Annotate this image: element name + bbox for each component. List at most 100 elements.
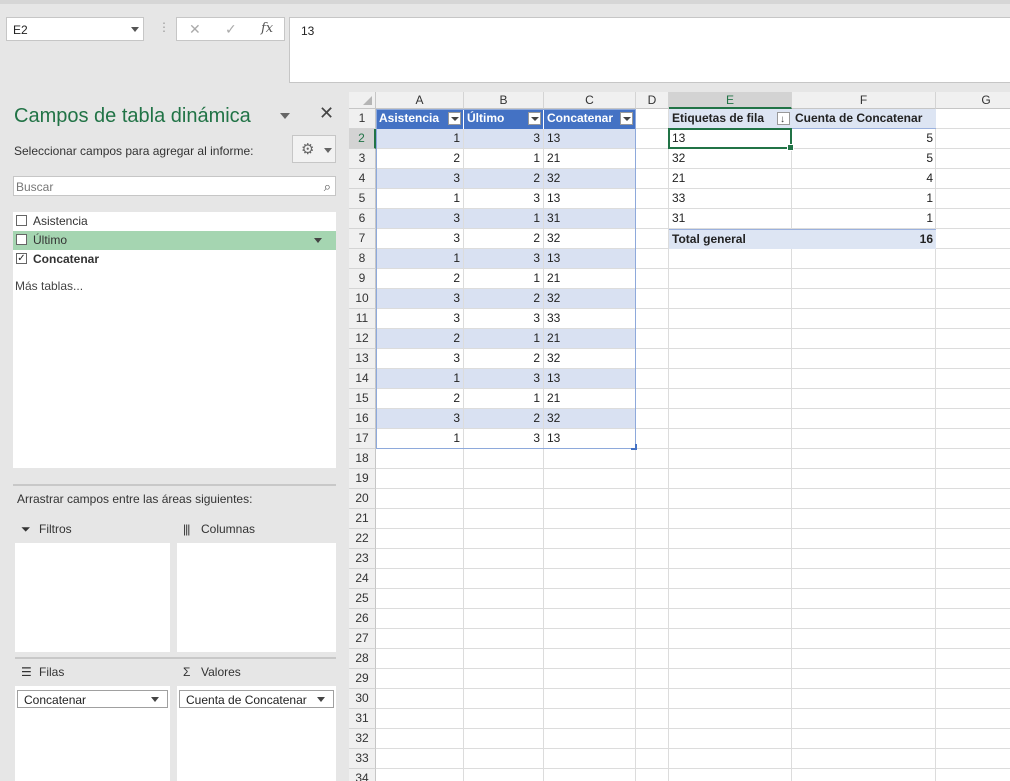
row-header-5[interactable]: 5 — [349, 189, 376, 209]
table-cell[interactable]: 32 — [544, 169, 635, 188]
row-header-34[interactable]: 34 — [349, 769, 376, 781]
table-cell[interactable]: 1 — [376, 369, 463, 388]
row-header-25[interactable]: 25 — [349, 589, 376, 609]
table-cell[interactable]: 3 — [464, 129, 543, 148]
name-box[interactable]: E2 — [6, 17, 144, 41]
table-cell[interactable]: 13 — [544, 249, 635, 268]
row-header-30[interactable]: 30 — [349, 689, 376, 709]
column-header-c[interactable]: C — [544, 92, 636, 109]
checkbox[interactable] — [16, 234, 27, 245]
chevron-down-icon[interactable] — [317, 697, 325, 702]
table-cell[interactable]: 2 — [464, 289, 543, 308]
column-header-a[interactable]: A — [376, 92, 464, 109]
row-header-6[interactable]: 6 — [349, 209, 376, 229]
pivot-row-label[interactable]: 32 — [669, 149, 792, 169]
rows-field-chip[interactable]: Concatenar — [17, 690, 168, 708]
pivot-header-row-labels[interactable]: Etiquetas de fila — [669, 109, 792, 129]
table-cell[interactable]: 3 — [376, 309, 463, 328]
table-cell[interactable]: 3 — [376, 289, 463, 308]
table-cell[interactable]: 3 — [376, 349, 463, 368]
search-icon[interactable]: ⌕ — [324, 179, 331, 195]
table-cell[interactable]: 13 — [544, 429, 635, 448]
pivot-row-label[interactable]: 33 — [669, 189, 792, 209]
table-cell[interactable]: 21 — [544, 149, 635, 168]
row-header-10[interactable]: 10 — [349, 289, 376, 309]
table-cell[interactable]: 2 — [464, 169, 543, 188]
table-cell[interactable]: 1 — [376, 429, 463, 448]
rows-drop-zone[interactable]: Concatenar — [15, 686, 170, 781]
row-header-14[interactable]: 14 — [349, 369, 376, 389]
row-header-2[interactable]: 2 — [349, 129, 376, 149]
column-header-f[interactable]: F — [792, 92, 936, 109]
row-header-12[interactable]: 12 — [349, 329, 376, 349]
row-header-21[interactable]: 21 — [349, 509, 376, 529]
table-cell[interactable]: 3 — [464, 249, 543, 268]
row-header-24[interactable]: 24 — [349, 569, 376, 589]
row-header-16[interactable]: 16 — [349, 409, 376, 429]
drag-handle-icon[interactable]: ⋮ — [158, 20, 170, 34]
table-header-cell[interactable]: Último — [464, 109, 544, 129]
row-header-32[interactable]: 32 — [349, 729, 376, 749]
table-cell[interactable]: 32 — [544, 229, 635, 248]
table-cell[interactable]: 3 — [376, 209, 463, 228]
pivot-row-label[interactable]: 21 — [669, 169, 792, 189]
table-cell[interactable]: 2 — [376, 389, 463, 408]
checkbox-checked[interactable]: ✓ — [16, 253, 27, 264]
filter-dropdown-icon[interactable] — [448, 112, 461, 125]
row-header-1[interactable]: 1 — [349, 109, 376, 129]
row-header-23[interactable]: 23 — [349, 549, 376, 569]
table-cell[interactable]: 21 — [544, 329, 635, 348]
select-all-corner[interactable] — [349, 92, 376, 109]
column-header-b[interactable]: B — [464, 92, 544, 109]
columns-drop-zone[interactable] — [177, 543, 336, 652]
row-header-17[interactable]: 17 — [349, 429, 376, 449]
row-header-9[interactable]: 9 — [349, 269, 376, 289]
field-item-ultimo[interactable]: Último — [13, 231, 336, 250]
search-input[interactable]: Buscar ⌕ — [13, 176, 336, 196]
row-header-7[interactable]: 7 — [349, 229, 376, 249]
row-header-27[interactable]: 27 — [349, 629, 376, 649]
checkbox[interactable] — [16, 215, 27, 226]
table-cell[interactable]: 32 — [544, 349, 635, 368]
column-header-g[interactable]: G — [936, 92, 1010, 109]
table-header-cell[interactable]: Asistencia — [376, 109, 464, 129]
chevron-down-icon[interactable] — [131, 27, 139, 32]
pivot-row-value[interactable]: 1 — [792, 209, 936, 229]
table-cell[interactable]: 1 — [376, 189, 463, 208]
row-header-15[interactable]: 15 — [349, 389, 376, 409]
table-cell[interactable]: 1 — [464, 209, 543, 228]
pivot-row-value[interactable]: 5 — [792, 149, 936, 169]
table-cell[interactable]: 2 — [376, 269, 463, 288]
table-cell[interactable]: 2 — [376, 149, 463, 168]
row-header-22[interactable]: 22 — [349, 529, 376, 549]
table-cell[interactable]: 21 — [544, 269, 635, 288]
active-cell[interactable] — [668, 128, 794, 151]
filter-dropdown-icon[interactable] — [620, 112, 633, 125]
field-item-concatenar[interactable]: ✓ Concatenar — [13, 250, 336, 269]
row-header-31[interactable]: 31 — [349, 709, 376, 729]
formula-input[interactable]: 13 — [289, 17, 1010, 83]
pivot-row-label[interactable]: 31 — [669, 209, 792, 229]
row-header-29[interactable]: 29 — [349, 669, 376, 689]
row-header-8[interactable]: 8 — [349, 249, 376, 269]
table-cell[interactable]: 3 — [376, 169, 463, 188]
table-cell[interactable]: 1 — [464, 149, 543, 168]
sort-filter-icon[interactable] — [777, 110, 790, 128]
pivot-total-value[interactable]: 16 — [792, 229, 936, 249]
chevron-down-icon[interactable] — [314, 238, 322, 243]
table-cell[interactable]: 2 — [464, 409, 543, 428]
tools-button[interactable]: ⚙ — [292, 135, 336, 163]
table-cell[interactable]: 3 — [376, 229, 463, 248]
table-resize-handle[interactable] — [631, 444, 637, 450]
table-cell[interactable]: 31 — [544, 209, 635, 228]
row-header-20[interactable]: 20 — [349, 489, 376, 509]
fill-handle[interactable] — [787, 144, 794, 151]
table-cell[interactable]: 1 — [464, 389, 543, 408]
table-cell[interactable]: 3 — [464, 369, 543, 388]
row-header-13[interactable]: 13 — [349, 349, 376, 369]
chevron-down-icon[interactable] — [151, 697, 159, 702]
table-cell[interactable]: 2 — [464, 349, 543, 368]
table-cell[interactable]: 2 — [464, 229, 543, 248]
table-cell[interactable]: 3 — [464, 309, 543, 328]
row-header-11[interactable]: 11 — [349, 309, 376, 329]
